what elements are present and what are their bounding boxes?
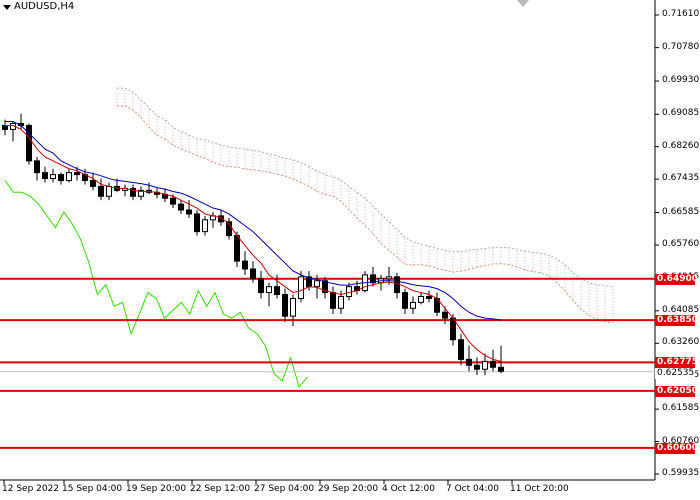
chart-title: AUDUSD,H4 [14, 1, 75, 12]
level-price-label: 0.63850 [655, 315, 698, 327]
axis-frame [0, 0, 659, 484]
level-price-label: 0.64900 [655, 273, 698, 285]
candle-body [74, 172, 80, 176]
time-tick-label: 27 Sep 04:00 [254, 484, 315, 494]
candle-body [338, 295, 344, 309]
candle-body [498, 366, 504, 372]
price-tick-label: 0.65760 [662, 238, 700, 249]
time-tick-label: 12 Sep 2022 [2, 484, 60, 494]
candle-body [2, 124, 8, 130]
candle-body [34, 160, 40, 174]
candlestick-series [2, 113, 504, 376]
price-tick-label: 0.69930 [662, 75, 700, 86]
candle-body [98, 185, 104, 197]
time-tick-label: 11 Oct 20:00 [510, 484, 569, 494]
candle-body [258, 278, 264, 294]
candle-body [442, 311, 448, 319]
candle-body [66, 172, 72, 182]
candle-body [274, 286, 280, 296]
price-tick-label: 0.68260 [662, 140, 700, 151]
candle-body [458, 339, 464, 360]
candle-body [202, 219, 208, 233]
price-tick-label: 0.69085 [662, 108, 700, 119]
price-tick-label: 0.61585 [662, 403, 700, 414]
candle-body [402, 292, 408, 309]
candle-body [58, 174, 64, 182]
candle-body [266, 286, 272, 294]
candle-body [410, 301, 416, 309]
price-tick-label: 0.64085 [662, 304, 700, 315]
price-chart[interactable] [0, 0, 700, 500]
candle-body [50, 174, 56, 180]
price-tick-label: 0.71610 [662, 9, 700, 19]
current-price-label: 0.62535 [655, 367, 695, 379]
time-tick-label: 29 Sep 20:00 [318, 484, 379, 494]
candle-body [170, 197, 176, 205]
level-price-label: 0.60600 [655, 442, 698, 454]
candle-body [418, 295, 424, 303]
candle-body [234, 235, 240, 262]
chart-window[interactable]: AUDUSD,H4 0.71610 0.70780 0.69930 0.69085 0.… [0, 0, 700, 500]
time-tick-label: 22 Sep 12:00 [190, 484, 251, 494]
chart-shift-marker-icon[interactable] [517, 0, 529, 7]
price-tick-label: 0.63260 [662, 337, 700, 348]
candle-body [290, 297, 296, 317]
time-tick-label: 7 Oct 04:00 [446, 484, 499, 494]
candle-body [482, 360, 488, 370]
candle-body [242, 260, 248, 270]
senkou-span-b-line [117, 87, 614, 288]
price-tick-label: 0.66585 [662, 206, 700, 217]
candle-body [90, 180, 96, 187]
candle-body [178, 203, 184, 211]
candle-body [26, 124, 32, 162]
time-tick-label: 4 Oct 12:00 [382, 484, 435, 494]
candle-body [106, 185, 112, 197]
level-price-label: 0.62050 [655, 385, 698, 397]
level-price-label: 0.62775 [655, 357, 698, 369]
candle-body [490, 360, 496, 368]
candle-body [250, 268, 256, 280]
candle-body [282, 294, 288, 317]
candle-body [426, 295, 432, 299]
candle-body [314, 280, 320, 288]
candle-body [42, 172, 48, 180]
time-tick-label: 15 Sep 04:00 [62, 484, 123, 494]
candle-body [466, 358, 472, 366]
support-resistance-lines [0, 277, 655, 449]
price-tick-label: 0.70780 [662, 41, 700, 52]
candle-body [386, 276, 392, 280]
candle-body [474, 364, 480, 370]
candle-body [330, 292, 336, 309]
price-tick-label: 0.59935 [662, 468, 700, 478]
candle-body [298, 276, 304, 299]
symbol-menu-arrow-icon[interactable] [3, 5, 11, 10]
candle-body [186, 209, 192, 215]
candle-body [194, 213, 200, 233]
time-tick-label: 19 Sep 20:00 [126, 484, 187, 494]
candle-body [346, 286, 352, 297]
price-tick-label: 0.67435 [662, 173, 700, 184]
